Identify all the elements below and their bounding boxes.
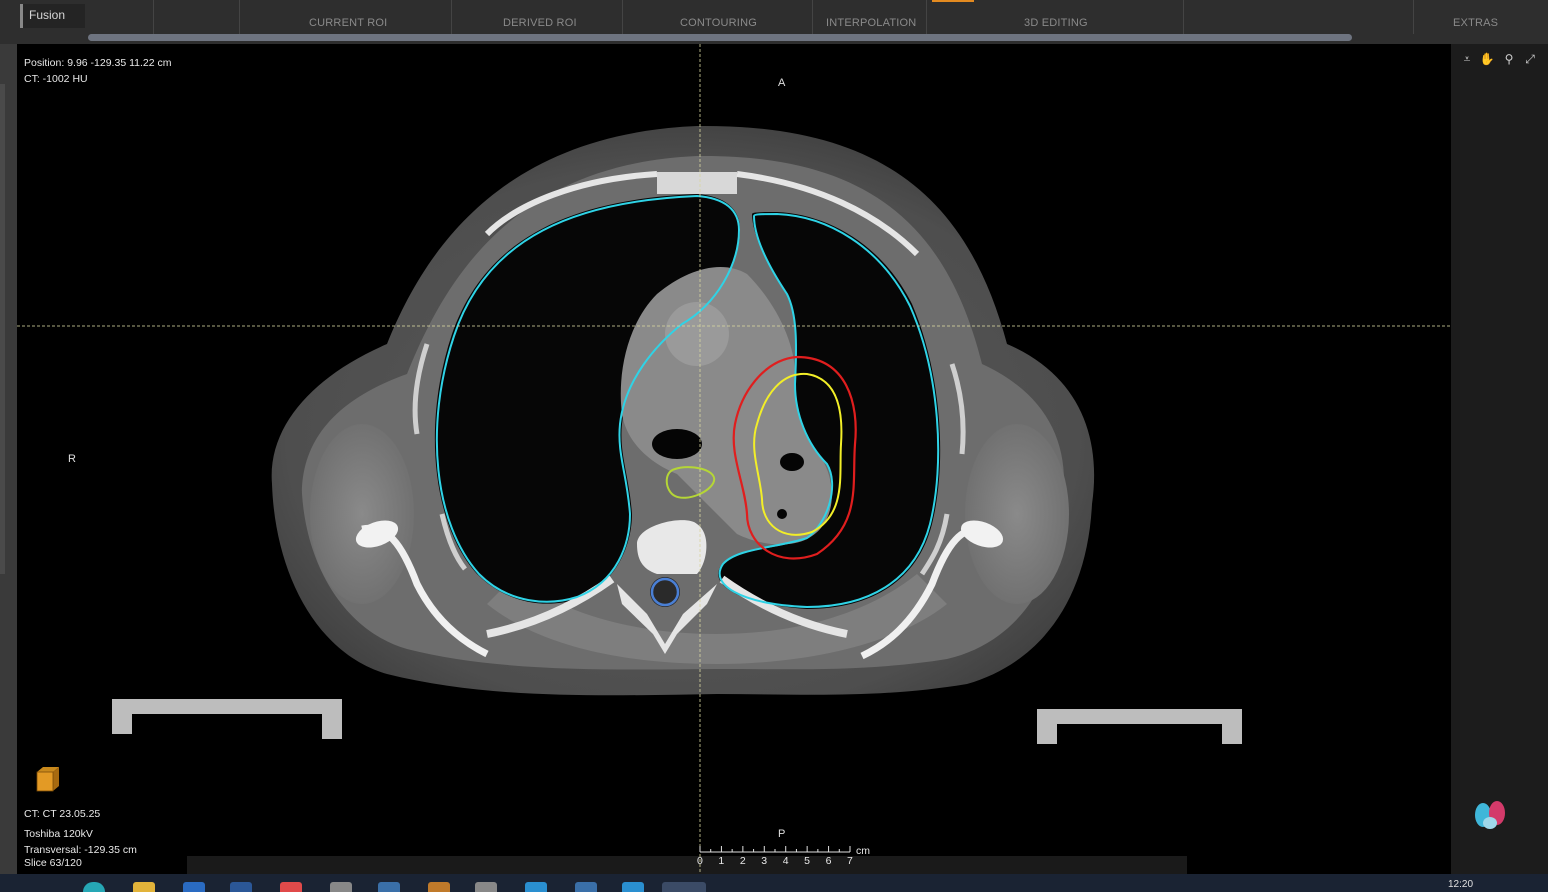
toolbar-divider	[451, 0, 452, 34]
toolbar-scrollbar-thumb[interactable]	[88, 34, 1352, 41]
zoom-icon[interactable]: ⚲	[1501, 51, 1517, 67]
taskbar-app-icon[interactable]	[378, 882, 400, 892]
left-panel-edge	[0, 44, 17, 874]
orientation-right: R	[68, 453, 76, 465]
group-current-roi[interactable]: CURRENT ROI	[309, 17, 387, 29]
taskbar-word-icon[interactable]	[230, 882, 252, 892]
scale-tick-label: 2	[739, 855, 746, 867]
scale-tick-label: 5	[804, 855, 810, 867]
taskbar-app-icon[interactable]	[428, 882, 450, 892]
scanner-label: Toshiba 120kV	[24, 828, 93, 840]
scale-unit: cm	[856, 845, 870, 857]
toolbar-divider	[812, 0, 813, 34]
orientation-anterior: A	[778, 77, 786, 89]
aorta	[665, 302, 729, 366]
position-readout: Position: 9.96 -129.35 11.22 cm	[24, 57, 172, 69]
scale-tick-label: 1	[718, 855, 725, 867]
spinal-canal	[650, 577, 680, 607]
pan-hand-icon[interactable]: ✋	[1479, 51, 1495, 67]
group-contouring[interactable]: CONTOURING	[680, 17, 757, 29]
taskbar-pdf-icon[interactable]	[280, 882, 302, 892]
toolbar-divider	[1183, 0, 1184, 34]
couch-right	[1037, 709, 1242, 744]
taskbar-app-icon[interactable]	[330, 882, 352, 892]
right-tool-panel: ⩡ ✋ ⚲ ⤢	[1451, 44, 1548, 874]
sternum	[657, 172, 737, 194]
toolbar-divider	[1413, 0, 1414, 34]
taskbar-outlook-icon[interactable]	[183, 882, 205, 892]
brand-logo-icon	[1475, 801, 1505, 829]
taskbar-app-icon[interactable]	[475, 882, 497, 892]
scale-tick-label: 7	[847, 855, 853, 867]
group-3d-editing[interactable]: 3D EDITING	[1024, 17, 1088, 29]
measure-icon[interactable]: ⩡	[1459, 51, 1475, 67]
taskbar-app-icon[interactable]	[575, 882, 597, 892]
scale-tick-label: 0	[697, 855, 703, 867]
right-shoulder-muscle	[310, 424, 414, 604]
toolbar-divider	[239, 0, 240, 34]
ct-viewer[interactable]: Position: 9.96 -129.35 11.22 cm CT: -100…	[17, 44, 1451, 874]
toolbar-scrollbar[interactable]	[88, 34, 1352, 41]
taskbar-clock: 12:20	[1448, 879, 1474, 890]
series-label: CT: CT 23.05.25	[24, 808, 101, 820]
fusion-tab-label: Fusion	[29, 8, 66, 22]
group-interpolation[interactable]: INTERPOLATION	[826, 17, 916, 29]
fullscreen-icon[interactable]: ⤢	[1522, 51, 1538, 67]
airway-small	[777, 509, 787, 519]
toolbar-divider	[153, 0, 154, 34]
active-tool-indicator	[932, 0, 974, 2]
taskbar-active-app[interactable]	[662, 882, 706, 892]
ct-slice-image[interactable]	[17, 44, 1451, 874]
esophagus-air	[780, 453, 804, 471]
taskbar-app-icon[interactable]	[525, 882, 547, 892]
orientation-posterior: P	[778, 828, 786, 840]
left-panel-scrollbar[interactable]	[0, 84, 5, 574]
slice-label: Slice 63/120	[24, 857, 82, 869]
couch-bottom	[187, 856, 1187, 874]
trachea	[652, 429, 702, 459]
group-extras[interactable]: EXTRAS	[1453, 17, 1498, 29]
scale-tick-label: 3	[761, 855, 768, 867]
group-derived-roi[interactable]: DERIVED ROI	[503, 17, 577, 29]
scale-tick-label: 4	[782, 855, 789, 867]
fusion-tab[interactable]: Fusion	[20, 4, 85, 28]
3d-orientation-cube-icon[interactable]	[33, 764, 63, 794]
toolbar-divider	[622, 0, 623, 34]
top-toolbar: Fusion CURRENT ROI DERIVED ROI CONTOURIN…	[0, 0, 1548, 44]
toolbar-divider	[926, 0, 927, 34]
left-shoulder-muscle	[965, 424, 1069, 604]
scale-tick-label: 6	[825, 855, 832, 867]
taskbar-folder-icon[interactable]	[133, 882, 155, 892]
couch-left	[112, 699, 342, 739]
taskbar-app-icon[interactable]	[622, 882, 644, 892]
ct-value-readout: CT: -1002 HU	[24, 73, 88, 85]
